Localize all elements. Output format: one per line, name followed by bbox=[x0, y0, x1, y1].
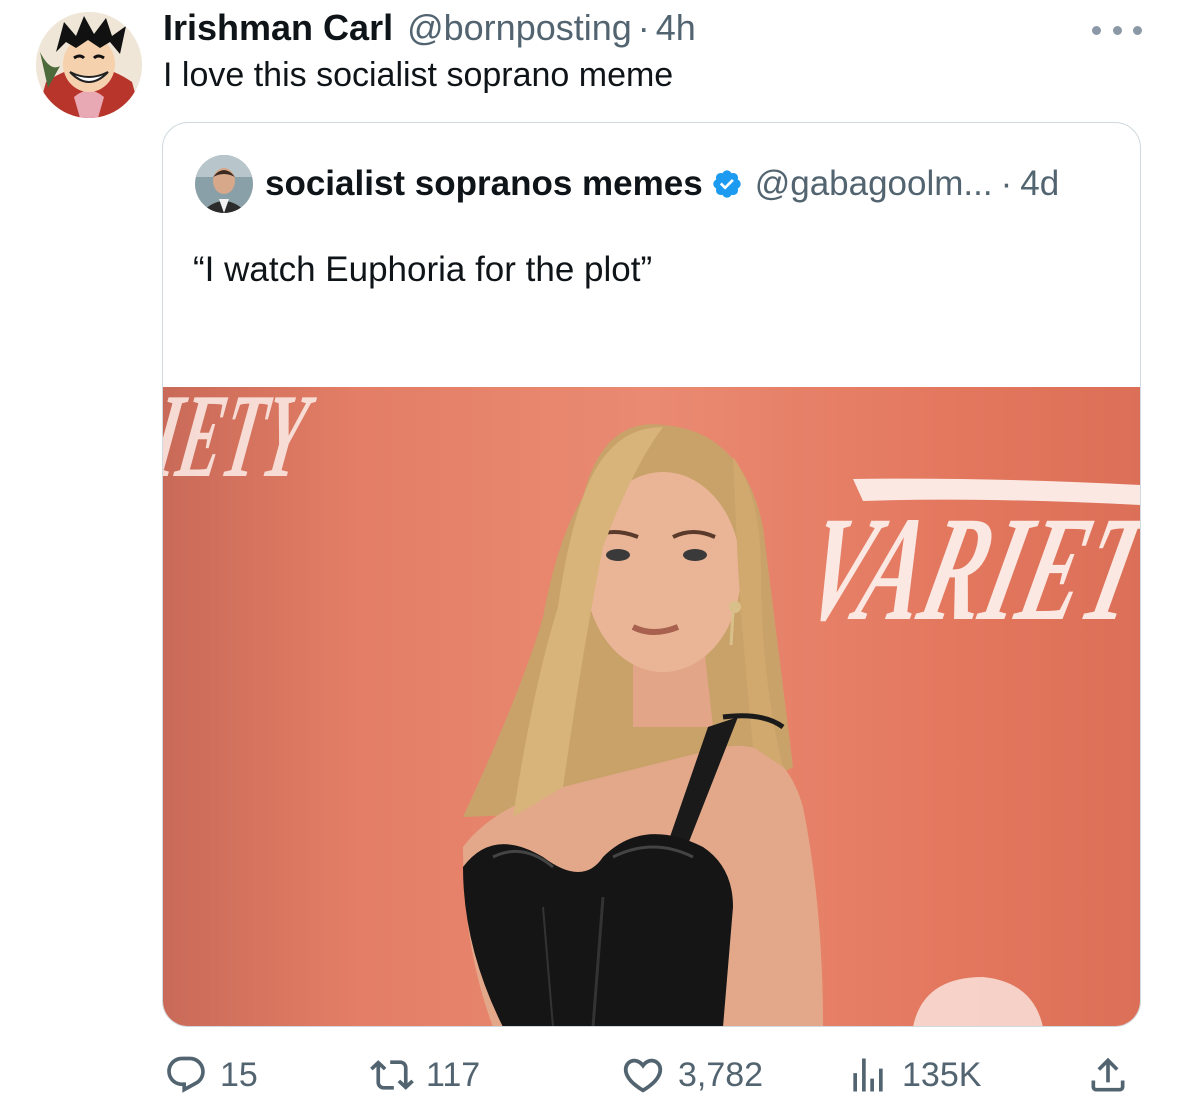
like-button[interactable]: 3,782 bbox=[620, 1050, 763, 1100]
author-handle[interactable]: @bornposting bbox=[407, 7, 632, 49]
quoted-meta-separator: · bbox=[1000, 164, 1013, 203]
verified-badge-icon[interactable] bbox=[711, 168, 743, 200]
views-count: 135K bbox=[902, 1055, 982, 1094]
more-dots-icon[interactable] bbox=[1092, 18, 1142, 42]
share-icon bbox=[1091, 1057, 1125, 1092]
quoted-author-avatar[interactable] bbox=[195, 155, 253, 213]
share-button[interactable] bbox=[1086, 1050, 1130, 1100]
tweet-text: I love this socialist soprano meme bbox=[163, 56, 674, 94]
meta-separator: · bbox=[637, 7, 650, 48]
person-photo-illustration bbox=[463, 424, 1140, 1026]
retweet-count: 117 bbox=[426, 1055, 481, 1094]
quoted-tweet-photo[interactable]: RIETY VARIET bbox=[163, 387, 1140, 1026]
retweet-icon bbox=[370, 1060, 414, 1090]
anime-avatar-icon bbox=[36, 12, 142, 118]
reply-count: 15 bbox=[220, 1055, 258, 1094]
quoted-tweet[interactable]: socialist sopranos memes @gabagoolm... ·… bbox=[162, 122, 1141, 1027]
retweet-button[interactable]: 117 bbox=[370, 1050, 480, 1100]
reply-button[interactable]: 15 bbox=[164, 1050, 258, 1100]
quoted-tweet-header: socialist sopranos memes @gabagoolm... ·… bbox=[265, 161, 1059, 207]
tweet-action-bar: 15 117 3,782 135K bbox=[162, 1050, 1142, 1100]
author-avatar[interactable] bbox=[36, 12, 142, 118]
tweet-header: Irishman Carl @bornposting · 4h bbox=[163, 6, 696, 50]
author-name[interactable]: Irishman Carl bbox=[163, 7, 393, 49]
views-button[interactable]: 135K bbox=[846, 1050, 981, 1100]
reply-icon bbox=[167, 1056, 205, 1093]
quoted-tweet-timestamp[interactable]: 4d bbox=[1020, 164, 1059, 204]
tweet-timestamp[interactable]: 4h bbox=[656, 7, 696, 49]
like-count: 3,782 bbox=[678, 1055, 764, 1094]
views-chart-icon bbox=[853, 1058, 883, 1092]
person-avatar-icon bbox=[195, 155, 253, 213]
quoted-author-handle[interactable]: @gabagoolm... bbox=[755, 164, 993, 204]
quoted-author-name[interactable]: socialist sopranos memes bbox=[265, 164, 703, 204]
heart-icon bbox=[623, 1058, 663, 1093]
